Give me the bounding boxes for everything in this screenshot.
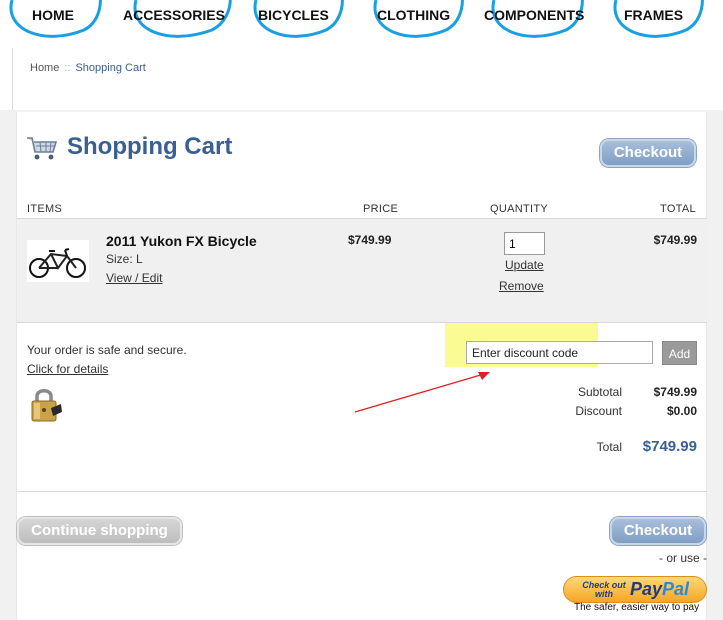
add-discount-button[interactable]: Add xyxy=(662,341,697,365)
col-header-price: PRICE xyxy=(363,203,399,215)
nav-accessories[interactable]: ACCESSORIES xyxy=(120,0,250,48)
nav-components-label: COMPONENTS xyxy=(484,7,585,23)
subtotal-value: $749.99 xyxy=(653,385,697,399)
footer-divider xyxy=(17,491,707,492)
breadcrumb-current[interactable]: Shopping Cart xyxy=(75,62,145,74)
breadcrumb-home-link[interactable]: Home xyxy=(30,62,59,74)
discount-label: Discount xyxy=(575,404,622,418)
cart-icon xyxy=(27,137,58,160)
paypal-logo-pay: Pay xyxy=(630,579,663,599)
nav-bicycles-label: BICYCLES xyxy=(258,7,329,23)
paypal-logo: PayPal xyxy=(630,579,689,600)
update-link[interactable]: Update xyxy=(505,258,544,272)
nav-components[interactable]: COMPONENTS xyxy=(482,0,602,48)
breadcrumb-panel xyxy=(12,48,723,110)
red-arrow-annotation xyxy=(354,372,490,413)
nav-frames[interactable]: FRAMES xyxy=(606,0,723,48)
top-navigation: HOME ACCESSORIES BICYCLES CLOTHING COMPO… xyxy=(0,0,723,48)
lock-icon xyxy=(31,389,62,422)
nav-accessories-label: ACCESSORIES xyxy=(123,7,225,23)
continue-shopping-button[interactable]: Continue shopping xyxy=(17,517,182,545)
paypal-logo-pal: Pal xyxy=(662,579,690,599)
checkout-button-top[interactable]: Checkout xyxy=(600,139,696,167)
nav-clothing[interactable]: CLOTHING xyxy=(366,0,476,48)
breadcrumb: Home:: Shopping Cart xyxy=(30,62,146,74)
checkout-button-bottom[interactable]: Checkout xyxy=(610,517,706,545)
nav-clothing-label: CLOTHING xyxy=(377,7,451,23)
row-divider xyxy=(17,322,707,323)
quantity-input[interactable] xyxy=(504,232,545,255)
col-header-total: TOTAL xyxy=(660,203,696,215)
paypal-checkout-button[interactable]: Check out with PayPal xyxy=(563,576,707,603)
discount-value: $0.00 xyxy=(666,404,697,418)
secure-details-link[interactable]: Click for details xyxy=(27,362,108,376)
paypal-tagline: The safer, easier way to pay xyxy=(574,602,700,613)
item-total: $749.99 xyxy=(653,233,697,247)
col-header-items: ITEMS xyxy=(27,203,63,215)
nav-frames-label: FRAMES xyxy=(624,7,684,23)
view-edit-link[interactable]: View / Edit xyxy=(106,271,162,285)
discount-code-input[interactable] xyxy=(466,341,653,364)
breadcrumb-separator: :: xyxy=(64,62,71,74)
or-use-text: - or use - xyxy=(658,551,707,565)
remove-link[interactable]: Remove xyxy=(499,279,544,293)
nav-home[interactable]: HOME xyxy=(0,0,120,48)
subtotal-label: Subtotal xyxy=(577,385,622,399)
item-size: Size: L xyxy=(106,252,143,266)
page-title: Shopping Cart xyxy=(67,133,233,160)
paypal-small-text: Check out with xyxy=(582,580,626,599)
nav-bicycles[interactable]: BICYCLES xyxy=(248,0,358,48)
nav-home-label: HOME xyxy=(32,7,74,23)
secure-order-text: Your order is safe and secure. xyxy=(27,343,187,357)
item-price: $749.99 xyxy=(348,233,392,247)
bicycle-thumbnail[interactable] xyxy=(27,240,89,282)
total-value: $749.99 xyxy=(642,438,697,455)
col-header-quantity: QUANTITY xyxy=(490,203,549,215)
item-name: 2011 Yukon FX Bicycle xyxy=(106,233,257,249)
